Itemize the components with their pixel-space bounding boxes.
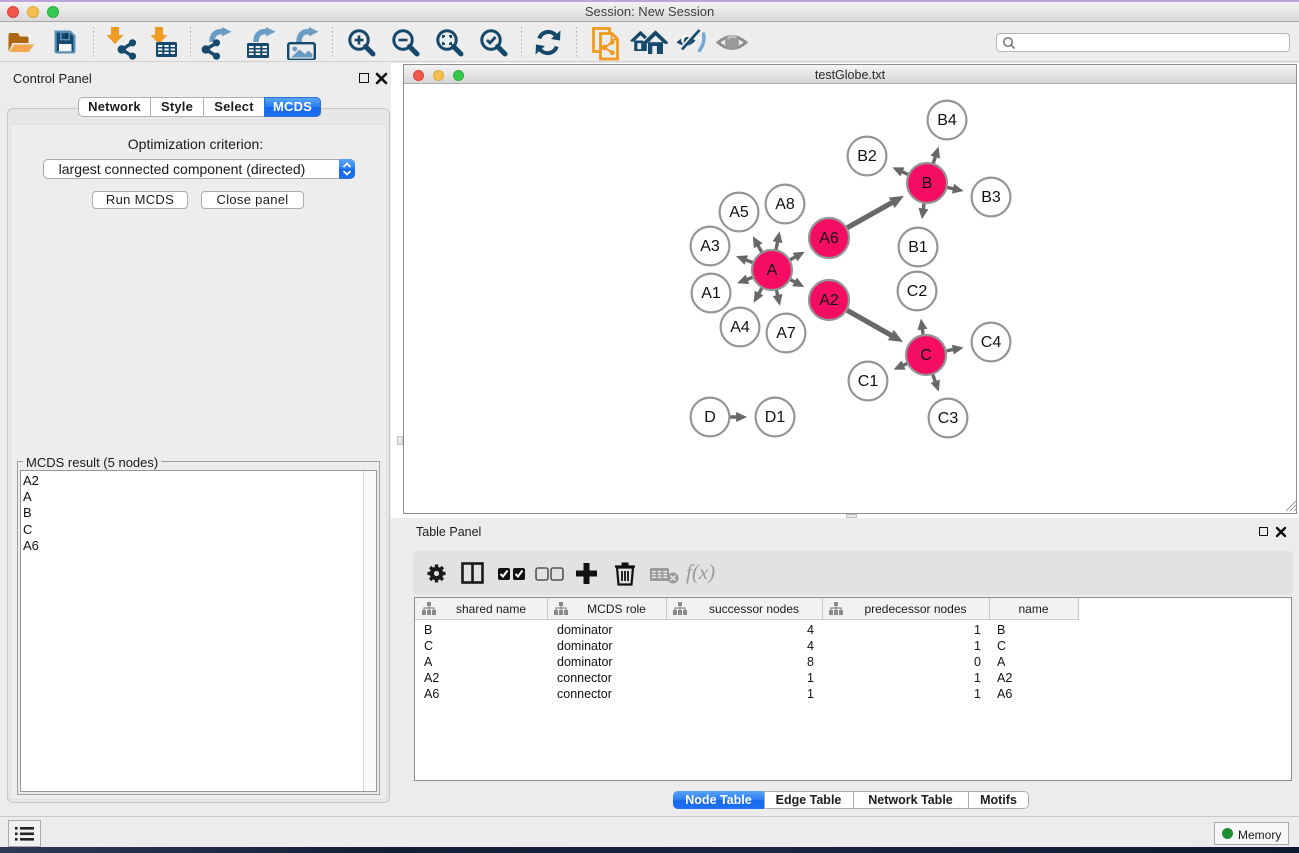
svg-text:B2: B2 [857,148,877,165]
svg-text:B1: B1 [908,239,928,256]
svg-text:C1: C1 [858,373,879,390]
svg-text:A1: A1 [701,285,721,302]
svg-text:D1: D1 [765,409,786,426]
svg-text:C4: C4 [981,334,1002,351]
svg-text:B4: B4 [937,112,957,129]
svg-text:A7: A7 [776,325,796,342]
svg-text:A4: A4 [730,319,750,336]
svg-text:C2: C2 [907,283,928,300]
svg-text:D: D [704,409,716,426]
svg-text:A5: A5 [729,204,749,221]
svg-text:B3: B3 [981,189,1001,206]
svg-text:A8: A8 [775,196,795,213]
svg-text:C: C [920,347,932,364]
svg-text:A3: A3 [700,238,720,255]
svg-text:C3: C3 [938,410,959,427]
svg-text:A6: A6 [819,230,839,247]
svg-text:B: B [922,175,933,192]
svg-text:A: A [767,262,778,279]
svg-text:A2: A2 [819,292,839,309]
